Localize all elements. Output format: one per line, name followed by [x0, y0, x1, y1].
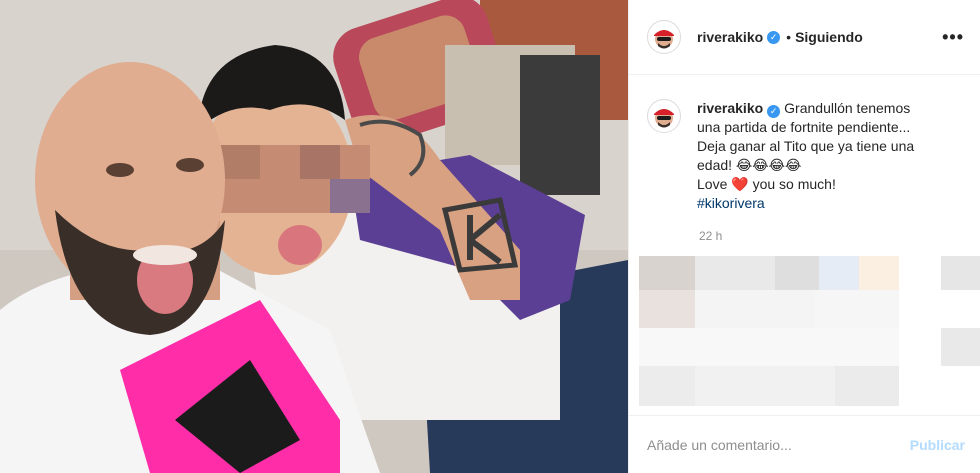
avatar[interactable]: [647, 20, 681, 54]
comment-input[interactable]: [647, 436, 910, 453]
post-photo[interactable]: [0, 0, 628, 473]
caption-line-1: Grandullón tenemos: [784, 100, 911, 116]
caption-avatar-image: [649, 101, 679, 131]
caption-username[interactable]: riverakiko: [697, 100, 763, 116]
love-text-end: you so much!: [752, 176, 836, 192]
verified-badge-icon: ✓: [767, 30, 781, 44]
more-options-icon[interactable]: •••: [942, 27, 964, 48]
publish-button[interactable]: Publicar: [910, 437, 965, 453]
caption-line-2: una partida de fortnite pendiente...: [697, 119, 911, 135]
hashtag-link[interactable]: #kikorivera: [697, 194, 955, 213]
post-timestamp[interactable]: 22 h: [699, 229, 980, 243]
caption-line-4: edad! 😂😂😂😂: [697, 157, 802, 173]
post-caption: riverakiko ✓ Grandullón tenemos una partid…: [629, 75, 980, 213]
verified-badge-icon: ✓: [767, 105, 781, 118]
comment-bar: Publicar: [629, 415, 980, 473]
post-username[interactable]: riverakiko: [697, 29, 763, 45]
caption-text: riverakiko ✓ Grandullón tenemos una partid…: [697, 99, 955, 213]
love-text: Love: [697, 176, 728, 192]
post-header: riverakiko ✓ • Siguiendo •••: [629, 0, 980, 75]
caption-avatar[interactable]: [647, 99, 681, 133]
separator-dot: •: [786, 29, 792, 45]
following-button[interactable]: Siguiendo: [795, 29, 863, 45]
caption-line-3: Deja ganar al Tito que ya tiene una: [697, 138, 915, 154]
photo-illustration: [0, 0, 628, 473]
post-panel: riverakiko ✓ • Siguiendo ••• riverakiko ✓…: [628, 0, 980, 473]
caption-love-line: Love ❤️ you so much!: [697, 175, 955, 194]
heart-icon: ❤️: [731, 176, 749, 192]
avatar-image: [649, 22, 679, 52]
blurred-comments: [639, 252, 980, 412]
